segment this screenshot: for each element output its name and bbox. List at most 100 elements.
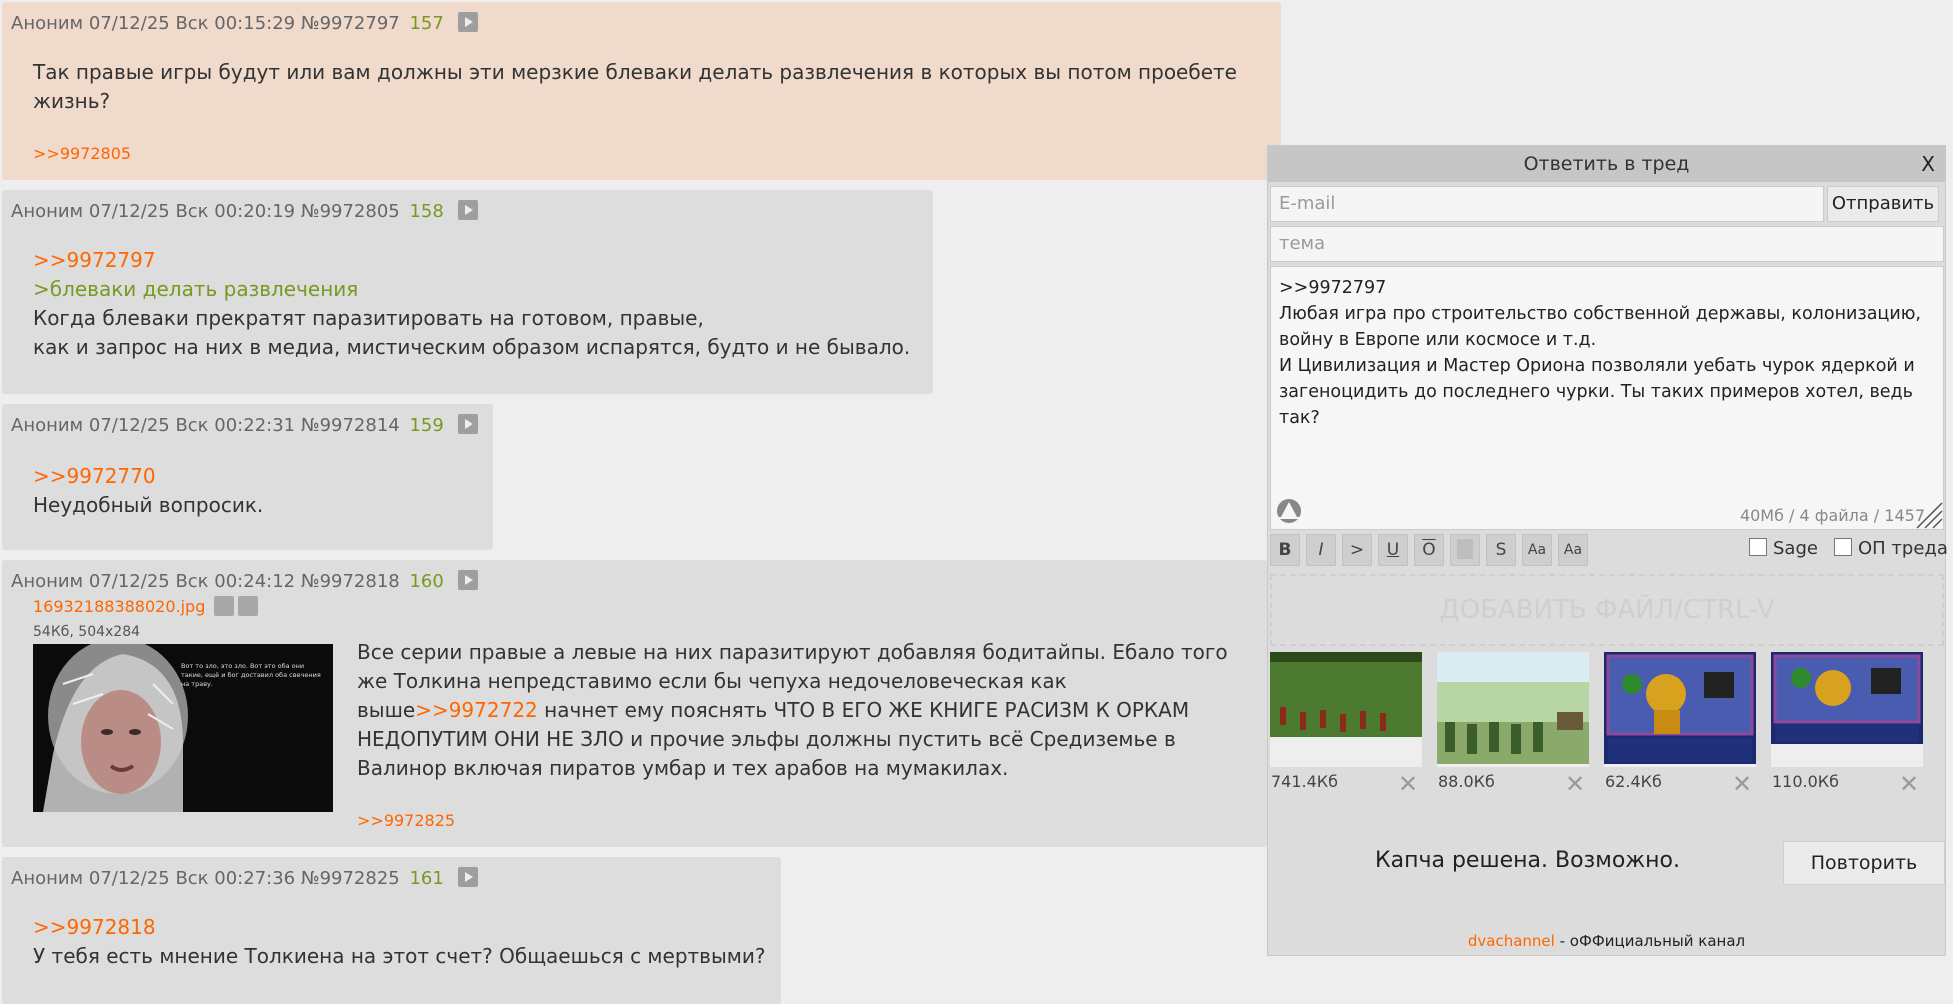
search-image-icon[interactable] [214, 596, 235, 616]
attachment-thumbnail[interactable] [1270, 652, 1422, 767]
italic-label: I [1318, 540, 1324, 560]
post-author: Аноним [11, 415, 84, 436]
remove-attachment-icon[interactable]: ✕ [1565, 770, 1585, 798]
post-author: Аноним [11, 868, 84, 889]
post-index: 158 [409, 201, 444, 222]
post-body: >>9972818 У тебя есть мнение Толкиена на… [33, 913, 773, 971]
post-datetime: 07/12/25 Вск 00:22:31 [88, 415, 296, 436]
message-line: Любая игра про строительство собственной… [1279, 304, 1921, 350]
post-reply-link[interactable]: >>9972805 [33, 144, 131, 163]
post-author: Аноним [11, 13, 84, 34]
post-index: 159 [409, 415, 444, 436]
post-line: Неудобный вопросик. [33, 493, 264, 517]
form-footer: dvachannel - оФФициальный канал [1268, 932, 1945, 950]
post-reply-link[interactable]: >>9972825 [357, 811, 455, 830]
post-datetime: 07/12/25 Вск 00:15:29 [88, 13, 296, 34]
post-number-link[interactable]: №9972818 [301, 571, 400, 592]
remove-attachment-icon[interactable]: ✕ [1899, 770, 1919, 798]
post-menu-icon[interactable] [457, 200, 478, 220]
post-header: Аноним 07/12/25 Вск 00:27:36 №9972825 16… [11, 867, 478, 889]
overline-label: O [1422, 540, 1436, 560]
post-line: Когда блеваки прекратят паразитировать н… [33, 306, 704, 330]
attachment-image [1437, 652, 1589, 767]
attachment-image [1771, 652, 1923, 767]
reply-form: Ответить в тред X E-mail Отправить тема … [1267, 145, 1948, 956]
post-menu-icon[interactable] [457, 570, 478, 590]
post-body: >>9972797 >блеваки делать развлечения Ко… [33, 246, 923, 362]
sage-checkbox[interactable]: Sage [1749, 538, 1818, 559]
post-line: У тебя есть мнение Толкиена на этот счет… [33, 944, 766, 968]
message-text: >>9972797 Любая игра про строительство со… [1279, 275, 1933, 431]
post-menu-icon[interactable] [457, 414, 478, 434]
post-menu-icon[interactable] [457, 12, 478, 32]
strike-button[interactable]: S [1486, 534, 1516, 566]
inline-reply-link[interactable]: >>9972722 [415, 698, 538, 722]
attachment-thumbnail[interactable] [1604, 652, 1756, 767]
email-placeholder: E-mail [1279, 193, 1336, 214]
post-9972805: Аноним 07/12/25 Вск 00:20:19 №9972805 15… [2, 190, 933, 394]
attachment-thumbnail[interactable] [1771, 652, 1923, 767]
subscript-button[interactable]: Aa [1558, 534, 1588, 566]
op-checkbox[interactable]: ОП треда [1834, 538, 1948, 559]
superscript-button[interactable]: Aa [1522, 534, 1552, 566]
post-header: Аноним 07/12/25 Вск 00:15:29 №9972797 15… [11, 12, 478, 34]
spoiler-button[interactable] [1450, 534, 1480, 566]
reply-form-title[interactable]: Ответить в тред [1268, 146, 1945, 182]
attachment-size: 88.0Кб [1438, 772, 1495, 791]
underline-button[interactable]: U [1378, 534, 1408, 566]
remove-attachment-icon[interactable]: ✕ [1398, 770, 1418, 798]
underline-label: U [1386, 540, 1400, 560]
bold-label: B [1278, 540, 1292, 560]
subscript-label: Aa [1563, 542, 1583, 558]
reply-link[interactable]: >>9972818 [33, 913, 773, 942]
send-button[interactable]: Отправить [1827, 186, 1939, 222]
post-header: Аноним 07/12/25 Вск 00:22:31 №9972814 15… [11, 414, 478, 436]
download-icon[interactable] [238, 596, 259, 616]
channel-link[interactable]: dvachannel [1468, 932, 1555, 950]
post-thumbnail[interactable]: Вот то зло, это зло. Вот это оба они так… [33, 644, 333, 812]
file-name-link[interactable]: 16932188388020.jpg [33, 597, 205, 616]
attachment-size: 110.0Кб [1772, 772, 1840, 791]
sail-icon[interactable] [1275, 497, 1305, 523]
post-datetime: 07/12/25 Вск 00:24:12 [88, 571, 296, 592]
email-field[interactable]: E-mail [1270, 186, 1824, 222]
thumbnail-caption: Вот то зло, это зло. Вот это оба они так… [181, 662, 321, 688]
file-drop-zone[interactable]: ДОБАВИТЬ ФАЙЛ/CTRL-V [1270, 574, 1944, 646]
captcha-status: Капча решена. Возможно. [1375, 848, 1680, 873]
file-size: 54Кб, 504x284 [33, 624, 141, 640]
spoiler-icon [1457, 539, 1473, 559]
post-index: 160 [409, 571, 444, 592]
message-textarea[interactable]: >>9972797 Любая игра про строительство со… [1270, 266, 1944, 530]
post-index: 161 [409, 868, 444, 889]
reply-link[interactable]: >>9972797 [33, 246, 923, 275]
post-text: Так правые игры будут или вам должны эти… [33, 60, 1237, 113]
post-number-link[interactable]: №9972805 [301, 201, 400, 222]
remove-attachment-icon[interactable]: ✕ [1732, 770, 1752, 798]
post-number-link[interactable]: №9972797 [301, 13, 400, 34]
greentext-quote: >блеваки делать развлечения [33, 277, 359, 301]
post-number-link[interactable]: №9972825 [301, 868, 400, 889]
italic-button[interactable]: I [1306, 534, 1336, 566]
bold-button[interactable]: B [1270, 534, 1300, 566]
subject-field[interactable]: тема [1270, 226, 1944, 262]
op-checkbox-box[interactable] [1834, 538, 1852, 556]
overline-button[interactable]: O [1414, 534, 1444, 566]
post-menu-icon[interactable] [457, 867, 478, 887]
post-author: Аноним [11, 201, 84, 222]
post-datetime: 07/12/25 Вск 00:20:19 [88, 201, 296, 222]
post-number-link[interactable]: №9972814 [301, 415, 400, 436]
retry-captcha-button[interactable]: Повторить [1783, 841, 1945, 885]
post-9972797: Аноним 07/12/25 Вск 00:15:29 №9972797 15… [2, 2, 1281, 180]
close-button[interactable]: X [1921, 146, 1935, 182]
post-datetime: 07/12/25 Вск 00:27:36 [88, 868, 296, 889]
attachment-size: 741.4Кб [1271, 772, 1339, 791]
attachment-thumbnail[interactable] [1437, 652, 1589, 767]
post-author: Аноним [11, 571, 84, 592]
subject-placeholder: тема [1279, 233, 1326, 254]
attachment-image [1270, 652, 1422, 767]
quote-button[interactable]: > [1342, 534, 1372, 566]
reply-link[interactable]: >>9972770 [33, 462, 483, 491]
upload-limits: 40Мб / 4 файла / 1457 [1739, 506, 1925, 525]
attachment-size: 62.4Кб [1605, 772, 1662, 791]
sage-checkbox-box[interactable] [1749, 538, 1767, 556]
